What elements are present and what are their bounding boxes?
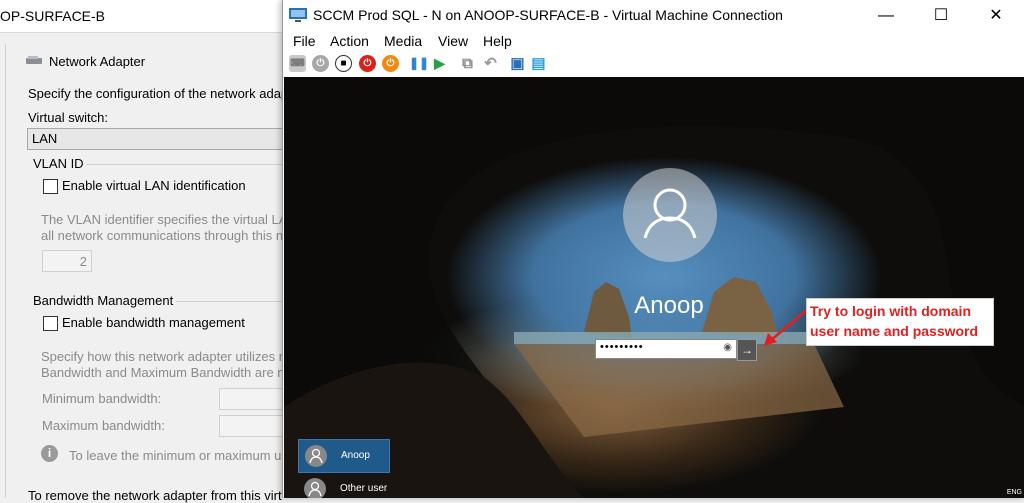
user-tile-icon — [304, 478, 326, 498]
user-tile-label: Anoop — [341, 450, 370, 461]
settings-panel: Network Adapter Specify the configuratio… — [5, 44, 293, 503]
user-tile-icon — [305, 445, 327, 467]
enhanced-session-icon[interactable]: ▣ — [509, 55, 526, 72]
user-tile-other[interactable]: Other user — [298, 473, 388, 498]
bandwidth-info-text: To leave the minimum or maximum u — [69, 448, 282, 463]
vlan-checkbox[interactable] — [43, 179, 58, 194]
user-tile-anoop[interactable]: Anoop — [298, 439, 390, 473]
user-tile-label: Other user — [340, 483, 388, 494]
reveal-password-icon[interactable]: ◉ — [723, 342, 732, 353]
bandwidth-help-line2: Bandwidth and Maximum Bandwidth are m — [41, 365, 289, 380]
menu-view[interactable]: View — [438, 33, 468, 49]
menu-file[interactable]: File — [293, 33, 316, 49]
bandwidth-group-divider — [176, 301, 291, 302]
vlan-id-value: 2 — [79, 254, 87, 269]
virtual-switch-value: LAN — [32, 131, 58, 146]
vlan-group-divider — [86, 164, 291, 165]
minimize-button[interactable]: — — [863, 0, 909, 31]
turn-off-icon[interactable]: ■ — [335, 55, 352, 72]
resume-icon[interactable]: ▶ — [431, 55, 448, 72]
menu-media[interactable]: Media — [384, 33, 422, 49]
checkpoint-icon[interactable]: ⧉ — [459, 55, 476, 72]
lock-screen-background — [284, 77, 1024, 498]
start-icon[interactable]: ⏻ — [312, 55, 329, 72]
section-title: Network Adapter — [49, 54, 146, 69]
login-user-name: Anoop — [634, 292, 704, 319]
vm-toolbar: ⌨ ⏻ ■ ⏻ ⏻ ❚❚ ▶ ⧉ ↶ ▣ ▤ — [283, 51, 1024, 78]
close-button[interactable]: ✕ — [973, 0, 1019, 31]
password-input[interactable]: ••••••••• ◉ — [595, 339, 737, 359]
user-icon — [643, 188, 697, 239]
menu-help[interactable]: Help — [483, 33, 512, 49]
annotation-line2: user name and password — [810, 323, 979, 339]
vm-titlebar: SCCM Prod SQL - N on ANOOP-SURFACE-B - V… — [283, 0, 1024, 31]
submit-arrow-button[interactable]: → — [737, 339, 757, 361]
virtual-switch-select[interactable]: LAN — [27, 128, 293, 150]
info-icon: i — [41, 445, 58, 462]
settings-window: OP-SURFACE-B Network Adapter Specify the… — [0, 0, 293, 503]
vlan-help-line1: The VLAN identifier specifies the virtua… — [41, 212, 288, 227]
remove-adapter-text: To remove the network adapter from this … — [28, 488, 282, 503]
vm-screen[interactable]: Anoop ••••••••• ◉ → Try to login with do… — [284, 77, 1024, 498]
share-icon[interactable]: ▤ — [530, 55, 547, 72]
settings-titlebar: OP-SURFACE-B — [0, 0, 290, 33]
vm-connection-icon — [289, 8, 307, 22]
annotation-arrow — [764, 308, 809, 346]
maximum-bandwidth-label: Maximum bandwidth: — [42, 418, 165, 433]
adapter-description: Specify the configuration of the network… — [28, 86, 289, 101]
vlan-help-line2: all network communications through this … — [41, 228, 291, 243]
vlan-checkbox-label: Enable virtual LAN identification — [62, 178, 246, 193]
save-state-icon[interactable]: ⏻ — [382, 55, 399, 72]
menu-bar: File Action Media View Help — [283, 31, 1024, 51]
password-value: ••••••••• — [600, 341, 644, 353]
shutdown-icon[interactable]: ⏻ — [359, 55, 376, 72]
vm-window-title: SCCM Prod SQL - N on ANOOP-SURFACE-B - V… — [313, 7, 783, 23]
pause-icon[interactable]: ❚❚ — [409, 55, 429, 72]
bandwidth-group-label: Bandwidth Management — [33, 293, 174, 308]
maximize-button[interactable]: ☐ — [918, 0, 964, 31]
bandwidth-checkbox[interactable] — [43, 316, 58, 331]
virtual-switch-label: Virtual switch: — [28, 110, 108, 125]
vlan-id-field[interactable]: 2 — [42, 250, 92, 272]
bandwidth-help-line1: Specify how this network adapter utilize… — [41, 349, 286, 364]
revert-icon[interactable]: ↶ — [482, 55, 499, 72]
language-indicator[interactable]: ENG — [1007, 489, 1022, 496]
vm-connection-window: SCCM Prod SQL - N on ANOOP-SURFACE-B - V… — [282, 0, 1024, 498]
vlan-group-label: VLAN ID — [33, 156, 84, 171]
menu-action[interactable]: Action — [330, 33, 369, 49]
network-adapter-icon — [26, 56, 42, 64]
annotation-line1: Try to login with domain — [810, 303, 971, 319]
minimum-bandwidth-label: Minimum bandwidth: — [42, 391, 162, 406]
ctrl-alt-del-icon[interactable]: ⌨ — [289, 55, 306, 72]
bandwidth-checkbox-label: Enable bandwidth management — [62, 315, 245, 330]
annotation-callout: Try to login with domain user name and p… — [806, 298, 994, 346]
settings-title: OP-SURFACE-B — [0, 8, 106, 24]
user-avatar — [623, 168, 717, 262]
